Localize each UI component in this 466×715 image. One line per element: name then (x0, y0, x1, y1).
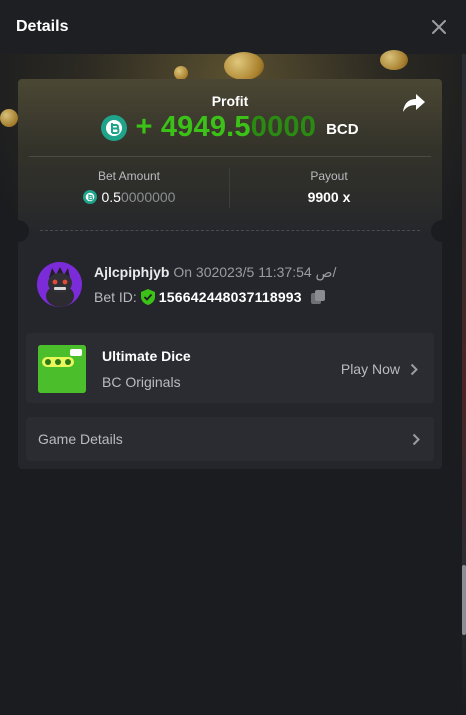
copy-icon (310, 290, 325, 304)
game-thumbnail[interactable] (38, 345, 86, 393)
game-details-label: Game Details (38, 431, 123, 447)
bet-amount-label: Bet Amount (97, 169, 161, 183)
profit-value: + 4949.50000 (135, 111, 317, 143)
chevron-right-icon (412, 433, 420, 445)
bc-coin-icon (82, 190, 97, 204)
divider (29, 156, 431, 157)
game-thumbnail-image (38, 345, 86, 393)
username[interactable]: Ajlcpiphjyb (94, 264, 169, 280)
dashed-separator (40, 230, 420, 231)
share-icon (403, 94, 425, 112)
payout-stat: Payout 9900 x (229, 169, 429, 205)
game-details-row[interactable]: Game Details (26, 417, 434, 461)
bc-coin-icon (101, 114, 128, 141)
close-icon (432, 20, 446, 34)
user-line: Ajlcpiphjyb On 30ص 11:37:54 2023/5/ (94, 264, 336, 281)
play-now-label: Play Now (340, 361, 400, 377)
profit-label: Profit (211, 93, 249, 109)
profit-amount-row: + 4949.50000 BCD (18, 111, 442, 144)
play-now-button[interactable]: Play Now (341, 361, 418, 377)
payout-label: Payout (310, 169, 348, 183)
verified-shield-icon (140, 289, 155, 305)
avatar-image (37, 262, 82, 307)
bet-id-value: 156642448037118993 (158, 289, 302, 305)
dialog-header: Details (0, 0, 466, 54)
ticket-notch (7, 220, 29, 242)
close-button[interactable] (428, 16, 450, 38)
bet-amount-value: 0.50000000 (29, 189, 229, 205)
bet-details-card: Profit + 4949.50000 BCD Bet Amount 0.500… (7, 79, 453, 469)
bet-amount-stat: Bet Amount 0.50000000 (29, 169, 229, 205)
user-info: Ajlcpiphjyb On 30ص 11:37:54 2023/5/ Bet … (37, 262, 423, 310)
copy-button[interactable] (310, 289, 326, 305)
bet-id-line: Bet ID: 156642448037118993 (94, 289, 326, 305)
ticket-notch (431, 220, 453, 242)
payout-value: 9900 x (307, 189, 351, 205)
chevron-right-icon (410, 363, 418, 375)
dialog-title: Details (16, 18, 69, 35)
profit-panel: Profit + 4949.50000 BCD Bet Amount 0.500… (18, 79, 442, 231)
bet-id-label: Bet ID: (94, 289, 137, 305)
bet-datetime: On 30ص 11:37:54 2023/5/ (173, 264, 337, 280)
game-info-row[interactable]: Ultimate Dice BC Originals Play Now (26, 333, 434, 403)
scrollbar-thumb[interactable] (462, 565, 466, 635)
avatar[interactable] (37, 262, 82, 307)
game-name: Ultimate Dice (102, 348, 191, 364)
profit-currency: BCD (326, 121, 359, 138)
game-provider: BC Originals (102, 374, 181, 390)
